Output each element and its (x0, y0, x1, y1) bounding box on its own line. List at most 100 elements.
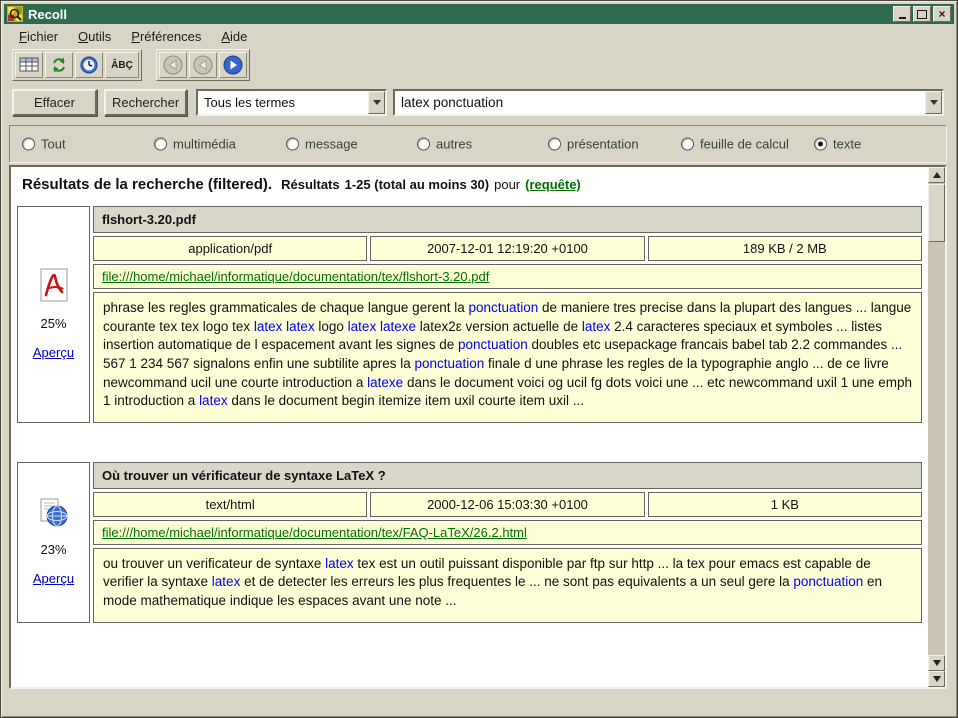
result-list: 25%Aperçuflshort-3.20.pdf application/pdf… (11, 197, 928, 623)
arrow-right-icon (223, 55, 243, 75)
highlight-term: latex latexe (348, 319, 416, 334)
result-mime: text/html (93, 492, 367, 517)
abstract-text: dans le document begin itemize item uxil… (228, 393, 584, 408)
chevron-down-icon (368, 91, 385, 114)
result-side-panel: 25%Aperçu (17, 206, 90, 423)
radio-icon (548, 138, 561, 151)
scroll-thumb[interactable] (928, 184, 945, 242)
result-url-row: file:///home/michael/informatique/docume… (93, 264, 922, 289)
toolbar-group-nav (156, 49, 250, 81)
term-explorer-button[interactable]: ÂBÇ (105, 52, 139, 78)
arrow-down-icon (933, 676, 941, 682)
result-side-panel: 23% Aperçu (17, 462, 90, 623)
preview-link[interactable]: Aperçu (33, 571, 74, 586)
filter-label: feuille de calcul (700, 137, 789, 152)
title-bar[interactable]: Recoll × (4, 4, 954, 24)
filter-label: Tout (41, 137, 66, 152)
results-heading: Résultats de la recherche (filtered). (22, 176, 272, 193)
query-entry (393, 89, 944, 116)
result-mime: application/pdf (93, 236, 367, 261)
arrow-down-icon (933, 660, 941, 666)
relevance-percent: 23% (40, 542, 66, 557)
search-input[interactable] (395, 95, 925, 110)
search-mode-select[interactable]: Tous les termes (196, 89, 387, 116)
prev-page-button[interactable] (189, 52, 217, 78)
result-date: 2007-12-01 12:19:20 +0100 (370, 236, 644, 261)
filter-radio-feuille-de-calcul[interactable]: feuille de calcul (681, 137, 789, 152)
result-url-link[interactable]: file:///home/michael/informatique/docume… (102, 269, 489, 284)
menu-bar: FichierOutilsPréférencesAide (4, 25, 954, 47)
recoll-window: Recoll × FichierOutilsPréférencesAide ÂB… (0, 0, 958, 718)
summary-pour: pour (494, 177, 520, 192)
highlight-term: ponctuation (793, 574, 863, 589)
window-title: Recoll (28, 8, 888, 21)
result-table-icon (19, 56, 39, 74)
scroll-trough[interactable] (928, 243, 945, 655)
radio-icon (417, 138, 430, 151)
history-button[interactable] (75, 52, 103, 78)
clear-button[interactable]: Effacer (12, 89, 97, 116)
result-meta-row: text/html2000-12-06 15:03:30 +01001 KB (93, 492, 922, 517)
pdf-file-icon (39, 268, 69, 302)
result-size: 1 KB (648, 492, 922, 517)
maximize-button[interactable] (913, 6, 931, 22)
scroll-up-button[interactable] (928, 167, 945, 183)
filter-label: présentation (567, 137, 639, 152)
menu-item-fichier[interactable]: Fichier (10, 26, 67, 47)
close-icon: × (938, 8, 945, 20)
result-url-link[interactable]: file:///home/michael/informatique/docume… (102, 525, 527, 540)
filter-radio-tout[interactable]: Tout (22, 137, 66, 152)
result-meta-row: application/pdf2007-12-01 12:19:20 +0100… (93, 236, 922, 261)
minimize-icon (899, 17, 906, 19)
next-page-button[interactable] (219, 52, 247, 78)
results-area: Résultats de la recherche (filtered). Ré… (11, 167, 928, 687)
highlight-term: ponctuation (458, 337, 528, 352)
query-link[interactable]: (requête) (525, 177, 581, 192)
menu-item-outils[interactable]: Outils (69, 26, 120, 47)
preview-link[interactable]: Aperçu (33, 345, 74, 360)
highlight-term: latex (199, 393, 228, 408)
search-button[interactable]: Rechercher (104, 89, 187, 116)
vertical-scrollbar[interactable] (928, 167, 945, 687)
filter-radio-presentation[interactable]: présentation (548, 137, 639, 152)
highlight-term: ponctuation (468, 300, 538, 315)
result-item: 23% Aperçu Où trouver un vérificateur de s… (17, 462, 922, 623)
first-page-button[interactable] (159, 52, 187, 78)
summary-range: 1-25 (total au moins 30) (345, 177, 489, 192)
filter-radio-multimedia[interactable]: multimédia (154, 137, 236, 152)
highlight-term: ponctuation (414, 356, 484, 371)
menu-item-preferences[interactable]: Préférences (122, 26, 210, 47)
close-button[interactable]: × (933, 6, 951, 22)
filter-label: message (305, 137, 358, 152)
results-header: Résultats de la recherche (filtered). Ré… (11, 167, 928, 197)
query-history-chevron-icon[interactable] (925, 91, 942, 114)
scroll-down-button-outer[interactable] (928, 671, 945, 687)
clock-icon (80, 56, 98, 74)
menu-item-aide[interactable]: Aide (212, 26, 256, 47)
abstract-text: logo (315, 319, 348, 334)
results-summary: Résultats 1-25 (total au moins 30) pour … (281, 177, 581, 192)
filter-radio-message[interactable]: message (286, 137, 358, 152)
results-frame: Résultats de la recherche (filtered). Ré… (9, 165, 947, 689)
highlight-term: latex latex (254, 319, 315, 334)
filter-radio-autres[interactable]: autres (417, 137, 472, 152)
result-abstract: ou trouver un verificateur de syntaxe la… (93, 548, 922, 623)
html-file-icon (39, 498, 69, 528)
status-bar (4, 691, 954, 714)
update-index-button[interactable] (45, 52, 73, 78)
result-size: 189 KB / 2 MB (648, 236, 922, 261)
recoll-app-icon (7, 6, 23, 22)
filter-radio-texte[interactable]: texte (814, 137, 861, 152)
toolbar-group-main: ÂBÇ (12, 49, 142, 81)
result-date: 2000-12-06 15:03:30 +0100 (370, 492, 644, 517)
result-main: Où trouver un vérificateur de syntaxe La… (93, 462, 922, 623)
refresh-arrows-icon (50, 56, 68, 74)
window-controls: × (893, 6, 951, 22)
minimize-button[interactable] (893, 6, 911, 22)
scroll-down-button[interactable] (928, 655, 945, 671)
result-title: flshort-3.20.pdf (93, 206, 922, 233)
abc-spell-icon: ÂBÇ (111, 60, 133, 71)
result-abstract: phrase les regles grammaticales de chaqu… (93, 292, 922, 423)
result-title: Où trouver un vérificateur de syntaxe La… (93, 462, 922, 489)
clear-search-button[interactable] (15, 52, 43, 78)
